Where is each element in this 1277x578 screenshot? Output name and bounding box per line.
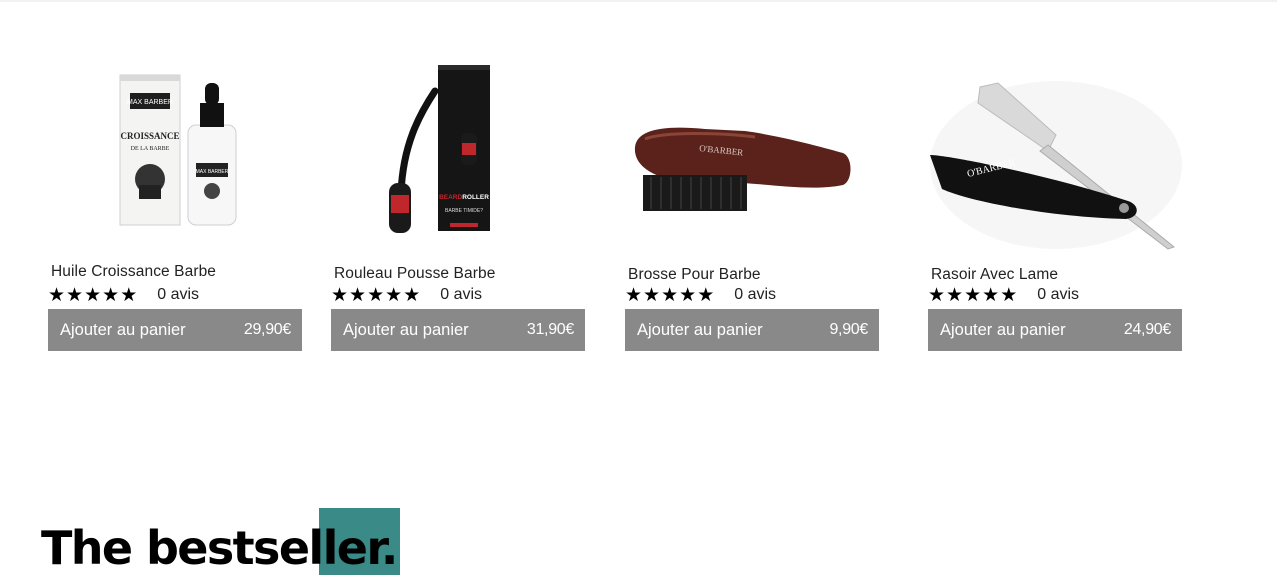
star-icon: ★ (367, 284, 385, 306)
product-title[interactable]: Rasoir Avec Lame (931, 266, 1058, 284)
product-price: 24,90€ (1123, 321, 1171, 338)
add-to-cart-label: Ajouter au panier (60, 320, 186, 339)
product-title[interactable]: Huile Croissance Barbe (51, 263, 216, 281)
svg-text:BARBE TIMIDE?: BARBE TIMIDE? (445, 208, 483, 214)
add-to-cart-button[interactable]: Ajouter au panier 29,90€ (48, 309, 302, 351)
star-rating: ★ ★ ★ ★ ★ (48, 286, 138, 305)
svg-text:MAX BARBER: MAX BARBER (196, 169, 229, 175)
svg-text:DE LA BARBE: DE LA BARBE (131, 146, 170, 152)
product-image-razor[interactable]: O'BARBER (928, 55, 1184, 255)
svg-text:BEARDROLLER: BEARDROLLER (439, 194, 489, 201)
add-to-cart-label: Ajouter au panier (940, 320, 1066, 339)
star-icon: ★ (84, 284, 102, 306)
review-count[interactable]: 0 avis (157, 286, 199, 304)
star-icon: ★ (331, 284, 349, 306)
star-icon: ★ (625, 284, 643, 306)
product-card[interactable]: BEARDROLLER BARBE TIMIDE? Rouleau Pousse… (331, 55, 587, 355)
section-title: The bestseller. (41, 521, 398, 575)
star-icon: ★ (403, 284, 421, 306)
product-price: 9,90€ (829, 321, 868, 338)
product-title[interactable]: Rouleau Pousse Barbe (334, 265, 495, 283)
star-icon: ★ (643, 284, 661, 306)
star-icon: ★ (48, 284, 66, 306)
star-icon: ★ (102, 284, 120, 306)
product-card[interactable]: MAX BARBER CROISSANCE DE LA BARBE MAX BA… (48, 55, 304, 355)
star-icon: ★ (697, 284, 715, 306)
product-rating: ★ ★ ★ ★ ★ 0 avis (331, 285, 482, 305)
product-image-oil[interactable]: MAX BARBER CROISSANCE DE LA BARBE MAX BA… (48, 55, 304, 255)
star-icon: ★ (349, 284, 367, 306)
review-count[interactable]: 0 avis (734, 286, 776, 304)
add-to-cart-button[interactable]: Ajouter au panier 24,90€ (928, 309, 1182, 351)
add-to-cart-button[interactable]: Ajouter au panier 31,90€ (331, 309, 585, 351)
product-rating: ★ ★ ★ ★ ★ 0 avis (625, 285, 776, 305)
product-card[interactable]: O'BARBER Brosse Pour Barbe ★ ★ ★ ★ ★ 0 a… (625, 55, 881, 355)
section-heading: The bestseller. (41, 518, 398, 578)
product-image-roller[interactable]: BEARDROLLER BARBE TIMIDE? (331, 55, 587, 255)
product-image-brush[interactable]: O'BARBER (625, 55, 881, 255)
add-to-cart-label: Ajouter au panier (637, 320, 763, 339)
star-icon: ★ (679, 284, 697, 306)
star-icon: ★ (946, 284, 964, 306)
product-price: 29,90€ (243, 321, 291, 338)
review-count[interactable]: 0 avis (1037, 286, 1079, 304)
add-to-cart-button[interactable]: Ajouter au panier 9,90€ (625, 309, 879, 351)
star-icon: ★ (928, 284, 946, 306)
star-icon: ★ (661, 284, 679, 306)
star-icon: ★ (982, 284, 1000, 306)
product-price: 31,90€ (526, 321, 574, 338)
product-rating: ★ ★ ★ ★ ★ 0 avis (928, 285, 1079, 305)
star-icon: ★ (120, 284, 138, 306)
top-divider (0, 0, 1277, 2)
product-rating: ★ ★ ★ ★ ★ 0 avis (48, 285, 199, 305)
star-icon: ★ (385, 284, 403, 306)
svg-text:MAX BARBER: MAX BARBER (127, 99, 173, 106)
add-to-cart-label: Ajouter au panier (343, 320, 469, 339)
star-icon: ★ (66, 284, 84, 306)
product-card[interactable]: O'BARBER Rasoir Avec Lame ★ ★ ★ ★ ★ 0 av… (928, 55, 1184, 355)
star-icon: ★ (1000, 284, 1018, 306)
star-rating: ★ ★ ★ ★ ★ (331, 286, 421, 305)
review-count[interactable]: 0 avis (440, 286, 482, 304)
star-rating: ★ ★ ★ ★ ★ (625, 286, 715, 305)
svg-text:CROISSANCE: CROISSANCE (120, 131, 179, 141)
product-title[interactable]: Brosse Pour Barbe (628, 266, 761, 284)
star-icon: ★ (964, 284, 982, 306)
star-rating: ★ ★ ★ ★ ★ (928, 286, 1018, 305)
